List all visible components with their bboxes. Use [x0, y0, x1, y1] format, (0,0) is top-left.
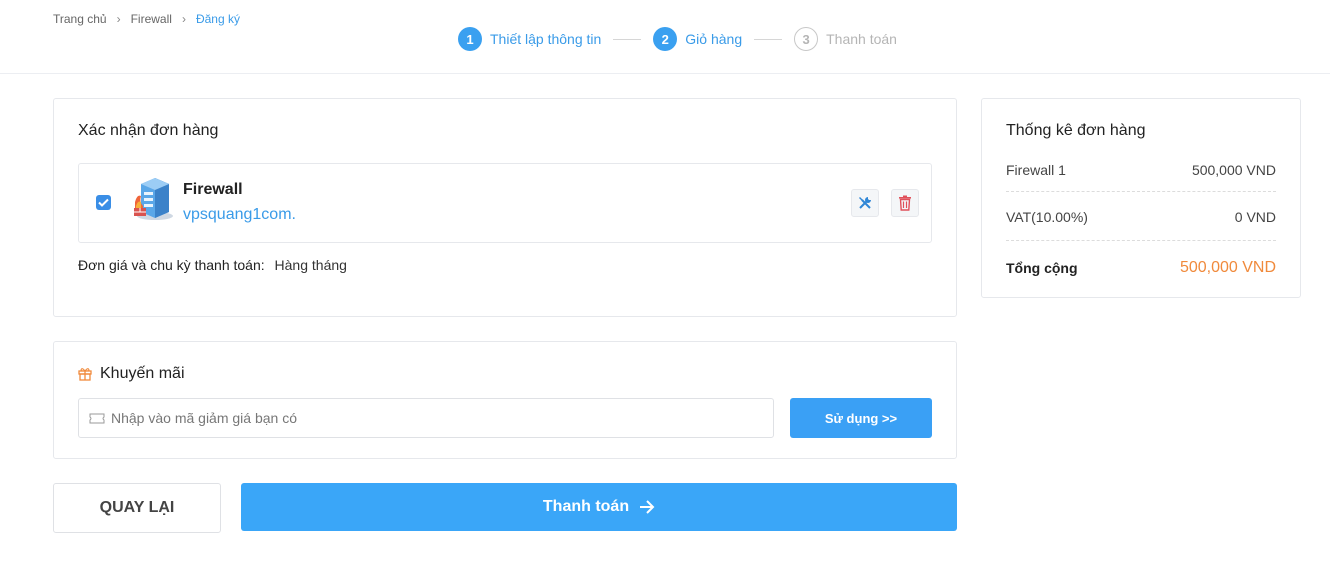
coupon-placeholder: Nhập vào mã giảm giá bạn có — [111, 410, 297, 426]
step-label: Thanh toán — [826, 31, 897, 47]
checkout-label: Thanh toán — [542, 498, 630, 515]
total-value: 500,000 VND — [1179, 259, 1276, 276]
tools-icon — [859, 197, 871, 209]
step-divider — [613, 38, 642, 40]
chevron-right-icon: › — [116, 12, 121, 26]
billing-cycle-label: Đơn giá và chu kỳ thanh toán: — [78, 257, 265, 273]
step-number: 2 — [653, 27, 678, 51]
breadcrumb-section[interactable]: Firewall — [131, 12, 172, 26]
step-label: Giỏ hàng — [685, 31, 743, 47]
summary-row-value: 0 VND — [1234, 209, 1276, 225]
gift-icon — [78, 368, 92, 381]
summary-title: Thống kê đơn hàng — [1006, 122, 1146, 139]
breadcrumb-home[interactable]: Trang chủ — [53, 12, 107, 26]
checkout-steps: 1 Thiết lập thông tin 2 Giỏ hàng 3 Thanh… — [458, 27, 897, 51]
summary-divider — [1006, 240, 1276, 241]
step-cart: 2 Giỏ hàng — [653, 27, 742, 51]
step-number: 3 — [794, 27, 819, 51]
coupon-input[interactable]: Nhập vào mã giảm giá bạn có — [78, 398, 774, 438]
order-title: Xác nhận đơn hàng — [78, 122, 219, 139]
summary-divider — [1006, 191, 1276, 192]
summary-total-row: Tổng cộng 500,000 VND — [1006, 256, 1276, 280]
order-summary-card: Thống kê đơn hàng Firewall 1 500,000 VND… — [981, 98, 1301, 298]
billing-cycle: Đơn giá và chu kỳ thanh toán: Hàng tháng — [78, 257, 347, 273]
step-divider — [754, 38, 783, 40]
product-domain: vpsquang1com. — [183, 206, 296, 223]
summary-row-label: VAT(10.00%) — [1006, 209, 1088, 225]
promotion-title: Khuyến mãi — [100, 365, 185, 382]
arrow-right-icon — [640, 500, 655, 514]
summary-row: Firewall 1 500,000 VND — [1006, 158, 1276, 182]
chevron-right-icon: › — [181, 12, 186, 26]
back-button[interactable]: QUAY LẠI — [53, 483, 221, 533]
summary-row-value: 500,000 VND — [1191, 162, 1276, 178]
trash-icon — [899, 195, 911, 211]
product-name: Firewall — [183, 181, 243, 198]
product-checkbox[interactable] — [96, 195, 111, 210]
promotion-header: Khuyến mãi — [78, 365, 185, 383]
summary-row: VAT(10.00%) 0 VND — [1006, 205, 1276, 229]
total-label: Tổng cộng — [1006, 260, 1078, 276]
ticket-icon — [89, 413, 105, 423]
order-confirmation-card: Xác nhận đơn hàng Firewall vpsquang1com. — [53, 98, 957, 317]
summary-row-label: Firewall 1 — [1006, 162, 1066, 178]
configure-button[interactable] — [851, 189, 879, 217]
server-firewall-icon — [133, 172, 179, 222]
step-number: 1 — [458, 27, 482, 51]
product-item: Firewall vpsquang1com. — [78, 163, 932, 243]
top-bar: Trang chủ › Firewall › Đăng ký 1 Thiết l… — [0, 0, 1330, 74]
promotion-card: Khuyến mãi Nhập vào mã giảm giá bạn có S… — [53, 341, 957, 459]
apply-coupon-button[interactable]: Sử dụng >> — [790, 398, 932, 438]
step-info: 1 Thiết lập thông tin — [458, 27, 601, 51]
breadcrumb: Trang chủ › Firewall › Đăng ký — [53, 12, 240, 26]
delete-button[interactable] — [891, 189, 919, 217]
billing-cycle-value: Hàng tháng — [274, 257, 347, 273]
checkout-button[interactable]: Thanh toán — [241, 483, 957, 531]
step-label: Thiết lập thông tin — [490, 31, 602, 47]
step-payment: 3 Thanh toán — [794, 27, 897, 51]
breadcrumb-current: Đăng ký — [195, 12, 240, 26]
